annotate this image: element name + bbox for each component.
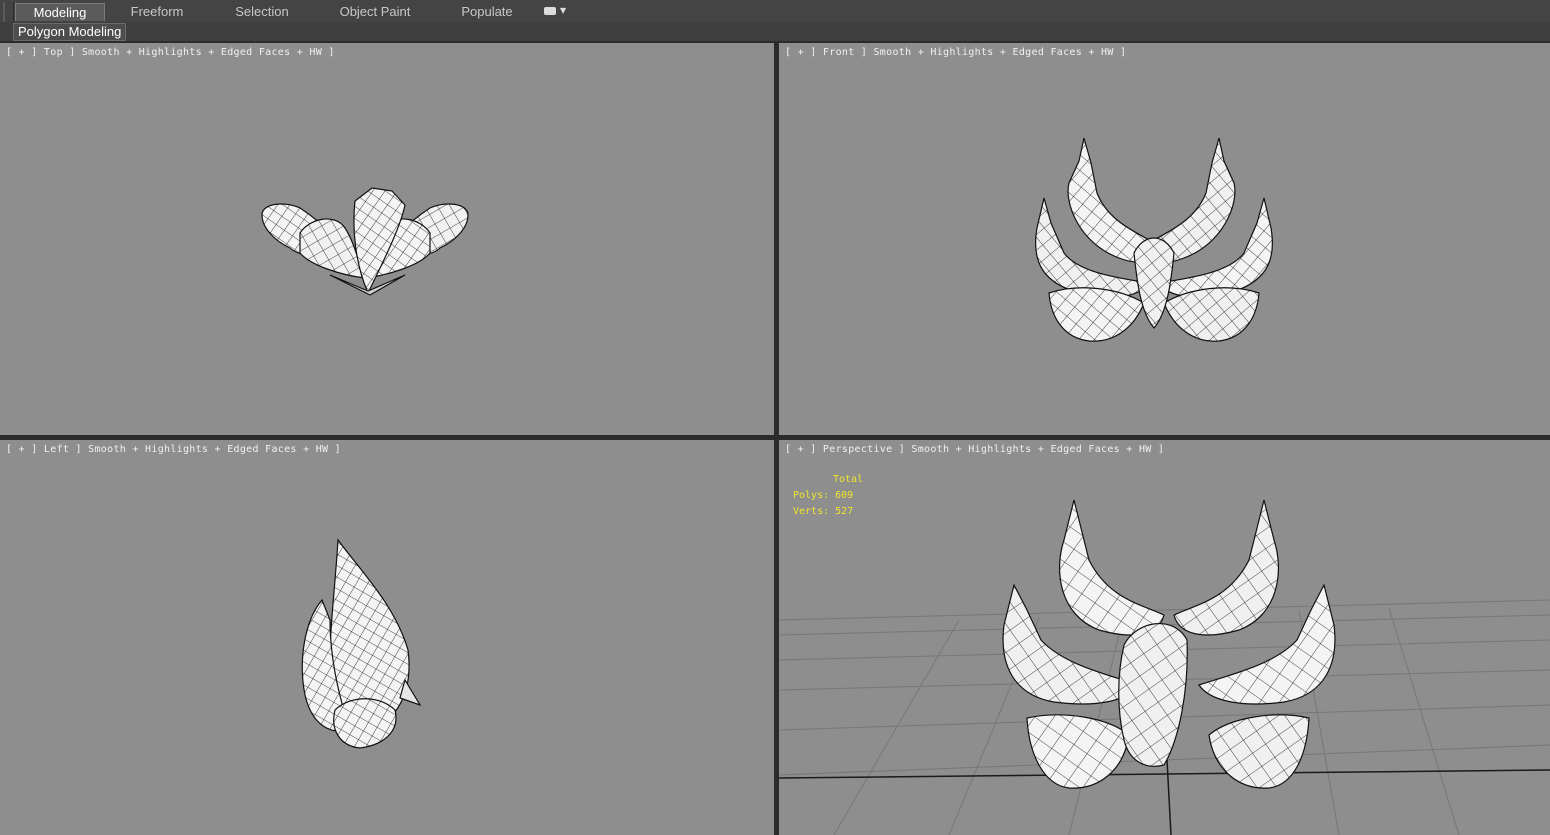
tab-object-paint[interactable]: Object Paint xyxy=(330,3,420,20)
viewport-top[interactable]: [ + ] Top ] Smooth + Highlights + Edged … xyxy=(0,43,774,435)
ribbon-options-box-icon xyxy=(544,7,556,15)
tab-modeling[interactable]: Modeling xyxy=(15,3,105,21)
chevron-down-icon: ▼ xyxy=(560,6,567,15)
model-top-view xyxy=(261,187,469,296)
viewport-front[interactable]: [ + ] Front ] Smooth + Highlights + Edge… xyxy=(779,43,1550,435)
model-front-view xyxy=(1035,137,1273,342)
tab-populate[interactable]: Populate xyxy=(446,3,528,20)
model-left-view xyxy=(301,538,422,749)
polygon-modeling-panel-button[interactable]: Polygon Modeling xyxy=(13,23,127,41)
ribbon-panel-row: Polygon Modeling xyxy=(0,22,1550,42)
grid-axis-y xyxy=(1166,759,1172,835)
ribbon-tab-bar: Modeling Freeform Selection Object Paint… xyxy=(0,0,1550,23)
viewport-area: [ + ] Top ] Smooth + Highlights + Edged … xyxy=(0,41,1550,835)
viewport-perspective[interactable]: [ + ] Perspective ] Smooth + Highlights … xyxy=(779,440,1550,835)
grid-axis-x xyxy=(779,769,1550,779)
tab-selection[interactable]: Selection xyxy=(216,3,308,20)
tab-freeform[interactable]: Freeform xyxy=(112,3,202,20)
model-perspective-view xyxy=(779,499,1550,835)
viewport-left[interactable]: [ + ] Left ] Smooth + Highlights + Edged… xyxy=(0,440,774,835)
ribbon-options-icon[interactable]: ▼ xyxy=(544,6,566,18)
